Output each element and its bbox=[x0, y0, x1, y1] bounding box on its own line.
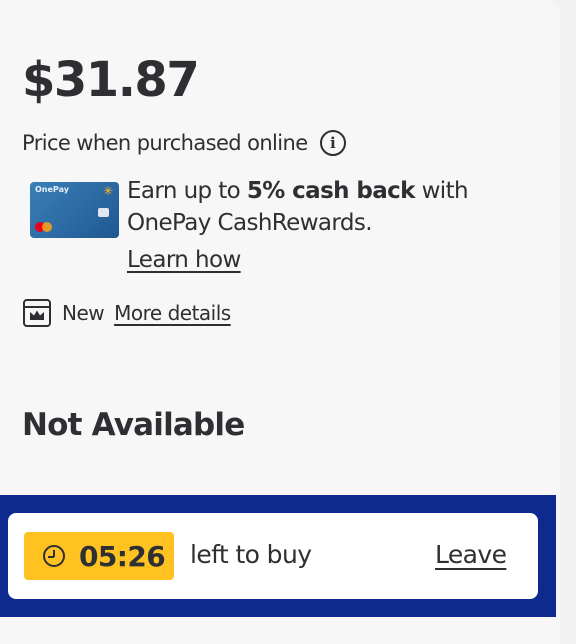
cashback-promo-text: Earn up to 5% cash back with OnePay Cash… bbox=[127, 175, 537, 239]
timer-value: 05:26 bbox=[79, 539, 166, 573]
timer-badge: 05:26 bbox=[24, 532, 174, 580]
condition-label: New bbox=[62, 301, 105, 325]
walmart-spark-icon: ✳ bbox=[102, 184, 113, 198]
card-chip-icon bbox=[98, 208, 109, 217]
card-brand-text: OnePay bbox=[35, 185, 69, 194]
condition-row: New More details bbox=[22, 298, 231, 328]
product-price: $31.87 bbox=[22, 52, 200, 108]
availability-status: Not Available bbox=[22, 407, 245, 443]
promo-text-before: Earn up to bbox=[127, 178, 247, 204]
store-crown-icon bbox=[23, 299, 51, 327]
promo-text-bold: 5% cash back bbox=[246, 178, 416, 204]
more-details-link[interactable]: More details bbox=[114, 301, 231, 325]
price-note-text: Price when purchased online bbox=[22, 131, 308, 155]
mastercard-icon bbox=[35, 222, 53, 232]
info-icon[interactable]: i bbox=[319, 130, 346, 156]
clock-icon bbox=[43, 545, 65, 567]
learn-how-link[interactable]: Learn how bbox=[127, 244, 241, 276]
timer-card: 05:26 left to buy Leave bbox=[8, 513, 538, 599]
leave-link[interactable]: Leave bbox=[435, 540, 507, 569]
onepay-card-image: OnePay ✳ bbox=[30, 182, 119, 238]
price-note: Price when purchased online i bbox=[22, 129, 346, 157]
timer-label: left to buy bbox=[190, 540, 312, 569]
